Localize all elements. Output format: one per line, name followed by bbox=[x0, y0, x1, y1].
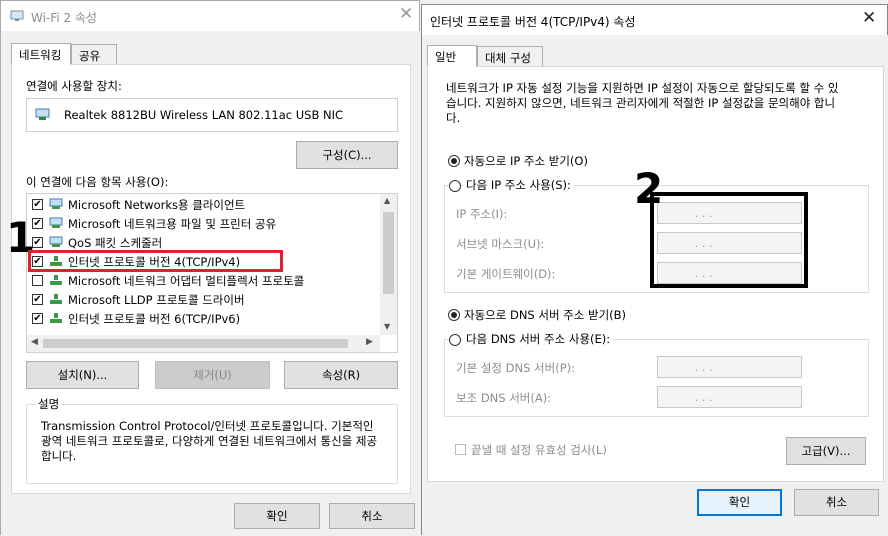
advanced-button-label: 고급(V)... bbox=[801, 444, 851, 458]
network-icon bbox=[10, 10, 24, 21]
cancel-button[interactable]: 취소 bbox=[794, 489, 879, 516]
properties-button[interactable]: 속성(R) bbox=[284, 361, 398, 389]
uninstall-button-label: 제거(U) bbox=[193, 368, 232, 382]
validate-label: 끝낼 때 설정 유효성 검사(L) bbox=[471, 443, 607, 457]
list-item-label: Microsoft LLDP 프로토콜 드라이버 bbox=[68, 293, 245, 307]
subnet-mask-label: 서브넷 마스크(U): bbox=[456, 237, 545, 251]
window-title: 인터넷 프로토콜 버전 4(TCP/IPv4) 속성 bbox=[430, 15, 636, 29]
intro-text: 네트워크가 IP 자동 설정 기능을 지원하면 IP 설정이 자동으로 할당되도… bbox=[446, 81, 839, 125]
scroll-up-icon[interactable]: ▲ bbox=[384, 196, 390, 205]
tab-alternate-config[interactable]: 대체 구성 bbox=[477, 46, 543, 67]
list-item[interactable]: ✔ Microsoft 네트워크용 파일 및 프린터 공유 bbox=[27, 215, 377, 233]
ok-button[interactable]: 확인 bbox=[234, 503, 320, 529]
adapter-icon bbox=[35, 108, 50, 120]
window-title: Wi-Fi 2 속성 bbox=[31, 11, 97, 25]
ip-address-label: IP 주소(I): bbox=[456, 207, 508, 221]
adapter-box: Realtek 8812BU Wireless LAN 802.11ac USB… bbox=[26, 98, 398, 132]
protocol-icon bbox=[49, 293, 63, 305]
manual-ip-radio[interactable] bbox=[449, 180, 461, 192]
networking-panel: 연결에 사용할 장치: Realtek 8812BU Wireless LAN … bbox=[11, 64, 411, 494]
scroll-right-icon[interactable]: ▶ bbox=[366, 337, 373, 347]
tab-networking-label: 네트워킹 bbox=[19, 48, 62, 62]
tab-alternate-label: 대체 구성 bbox=[485, 51, 531, 65]
item-checkbox[interactable]: ✔ bbox=[32, 294, 43, 305]
install-button[interactable]: 설치(N)... bbox=[26, 361, 139, 389]
description-text: Transmission Control Protocol/인터넷 프로토콜입니… bbox=[41, 419, 378, 463]
items-list[interactable]: ✔ Microsoft Networks용 클라이언트 ✔ Microsoft 네트워… bbox=[26, 193, 398, 353]
ip-fields-highlight-box bbox=[650, 192, 808, 288]
list-item[interactable]: ✔ Microsoft Networks용 클라이언트 bbox=[27, 196, 377, 214]
list-vertical-scrollbar[interactable]: ▲ ▼ bbox=[380, 194, 397, 335]
list-item[interactable]: ✔ Microsoft LLDP 프로토콜 드라이버 bbox=[27, 291, 377, 309]
tab-networking[interactable]: 네트워킹 bbox=[11, 43, 71, 65]
manual-ip-label: 다음 IP 주소 사용(S): bbox=[463, 177, 574, 193]
cancel-button-label: 취소 bbox=[825, 495, 848, 509]
auto-dns-radio[interactable] bbox=[448, 309, 460, 321]
scroll-thumb[interactable] bbox=[383, 212, 394, 294]
manual-dns-label: 다음 DNS 서버 주소 사용(E): bbox=[463, 331, 614, 347]
list-item-label: Microsoft Networks용 클라이언트 bbox=[68, 198, 246, 212]
auto-ip-label: 자동으로 IP 주소 받기(O) bbox=[464, 154, 588, 168]
gateway-label: 기본 게이트웨이(D): bbox=[456, 267, 556, 281]
scroll-left-icon[interactable]: ◀ bbox=[31, 337, 38, 347]
protocol-icon bbox=[49, 312, 63, 324]
manual-dns-group: 다음 DNS 서버 주소 사용(E): 기본 설정 DNS 서버(P): 보조 … bbox=[444, 331, 869, 417]
ok-button[interactable]: 확인 bbox=[697, 489, 782, 516]
network-client-icon bbox=[49, 198, 63, 210]
tab-general[interactable]: 일반 bbox=[427, 45, 477, 67]
connect-using-label: 연결에 사용할 장치: bbox=[26, 79, 122, 93]
tab-sharing[interactable]: 공유 bbox=[71, 44, 117, 65]
network-client-icon bbox=[49, 236, 63, 248]
item-checkbox[interactable]: ✔ bbox=[32, 199, 43, 210]
properties-button-label: 속성(R) bbox=[321, 368, 361, 382]
protocol-icon bbox=[49, 274, 63, 286]
preferred-dns-label: 기본 설정 DNS 서버(P): bbox=[456, 361, 575, 375]
alternate-dns-label: 보조 DNS 서버(A): bbox=[456, 391, 552, 405]
cancel-button-label: 취소 bbox=[361, 509, 383, 523]
ok-button-label: 확인 bbox=[266, 509, 288, 523]
manual-dns-radio[interactable] bbox=[449, 334, 461, 346]
auto-dns-label: 자동으로 DNS 서버 주소 받기(B) bbox=[464, 308, 627, 322]
validate-checkbox[interactable] bbox=[455, 444, 466, 455]
alternate-dns-dots: . . . bbox=[695, 391, 713, 404]
description-group: 설명 Transmission Control Protocol/인터넷 프로토… bbox=[26, 396, 398, 484]
install-button-label: 설치(N)... bbox=[57, 368, 108, 382]
scroll-down-icon[interactable]: ▼ bbox=[384, 322, 390, 331]
item-checkbox[interactable]: ✔ bbox=[32, 313, 43, 324]
list-horizontal-scrollbar[interactable]: ◀ ▶ bbox=[27, 335, 380, 352]
preferred-dns-input[interactable]: . . . bbox=[657, 356, 802, 378]
ipv4-highlight-box bbox=[28, 250, 283, 272]
advanced-button[interactable]: 고급(V)... bbox=[786, 437, 866, 465]
ipv4-titlebar: 인터넷 프로토콜 버전 4(TCP/IPv4) 속성 ✕ bbox=[422, 5, 887, 35]
tab-general-label: 일반 bbox=[435, 50, 457, 64]
list-item-label: QoS 패킷 스케줄러 bbox=[68, 236, 163, 250]
list-item-label: Microsoft 네트워크 어댑터 멀티플렉서 프로토콜 bbox=[68, 274, 305, 288]
cancel-button[interactable]: 취소 bbox=[329, 503, 415, 529]
tab-sharing-label: 공유 bbox=[79, 49, 101, 63]
configure-button-label: 구성(C)... bbox=[322, 148, 372, 162]
auto-ip-radio[interactable] bbox=[448, 155, 460, 167]
list-item-label: 인터넷 프로토콜 버전 6(TCP/IPv6) bbox=[68, 312, 241, 326]
uninstall-button[interactable]: 제거(U) bbox=[155, 361, 270, 389]
wifi-titlebar: Wi-Fi 2 속성 ✕ bbox=[1, 1, 419, 31]
list-item-label: Microsoft 네트워크용 파일 및 프린터 공유 bbox=[68, 217, 277, 231]
description-label: 설명 bbox=[35, 396, 63, 412]
close-icon[interactable]: ✕ bbox=[399, 6, 413, 23]
ok-button-label: 확인 bbox=[728, 495, 751, 509]
configure-button[interactable]: 구성(C)... bbox=[296, 141, 398, 169]
preferred-dns-dots: . . . bbox=[695, 361, 713, 374]
network-client-icon bbox=[49, 217, 63, 229]
hscroll-thumb[interactable] bbox=[43, 339, 348, 348]
item-checkbox[interactable] bbox=[32, 275, 43, 286]
items-label: 이 연결에 다음 항목 사용(O): bbox=[26, 175, 169, 189]
wifi-client-area: 네트워킹 공유 연결에 사용할 장치: Realtek 8812BU Wirel… bbox=[1, 31, 421, 536]
adapter-name: Realtek 8812BU Wireless LAN 802.11ac USB… bbox=[64, 108, 344, 122]
list-item[interactable]: Microsoft 네트워크 어댑터 멀티플렉서 프로토콜 bbox=[27, 272, 377, 290]
alternate-dns-input[interactable]: . . . bbox=[657, 386, 802, 408]
list-item[interactable]: ✔ 인터넷 프로토콜 버전 6(TCP/IPv6) bbox=[27, 310, 377, 328]
close-icon[interactable]: ✕ bbox=[862, 10, 876, 27]
